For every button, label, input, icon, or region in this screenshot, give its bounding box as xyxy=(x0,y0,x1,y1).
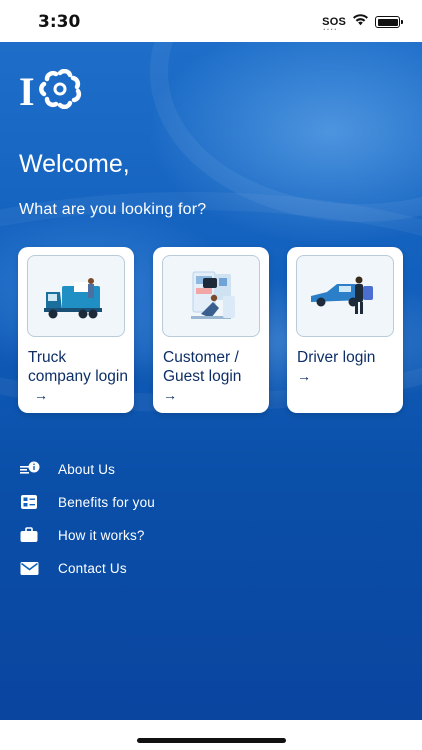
mail-icon xyxy=(20,560,40,576)
menu-item-benefits[interactable]: Benefits for you xyxy=(20,491,280,513)
status-icons: SOS xyxy=(322,13,403,34)
truck-illustration-icon xyxy=(27,255,125,337)
menu-item-contact-us[interactable]: Contact Us xyxy=(20,557,280,579)
driver-login-label: Driver login → xyxy=(297,348,397,386)
driver-login-card[interactable]: Driver login → xyxy=(287,247,403,413)
menu-label: Benefits for you xyxy=(58,494,156,510)
driver-illustration-icon xyxy=(296,255,394,337)
arrow-right-icon: → xyxy=(34,387,48,403)
arrow-right-icon: → xyxy=(297,368,311,384)
subtitle: What are you looking for? xyxy=(19,201,207,218)
truck-company-login-card[interactable]: Truck company login → xyxy=(18,247,134,413)
status-time: 3:30 xyxy=(38,12,81,32)
customer-guest-login-card[interactable]: Customer / Guest login → xyxy=(153,247,269,413)
card-label-text: Customer / Guest login xyxy=(163,349,242,385)
card-label-text: Driver login xyxy=(297,349,376,366)
battery-fill xyxy=(377,18,398,26)
card-label-text: Truck company login xyxy=(28,349,128,385)
home-indicator[interactable] xyxy=(137,738,286,743)
app-logo: I xyxy=(19,68,83,114)
benefits-icon xyxy=(20,494,40,510)
truck-company-login-label: Truck company login → xyxy=(28,348,128,405)
arrow-right-icon: → xyxy=(163,387,177,403)
about-icon xyxy=(20,461,40,477)
battery-icon xyxy=(375,16,403,28)
home-indicator-area xyxy=(0,720,422,750)
customer-guest-login-label: Customer / Guest login → xyxy=(163,348,263,405)
status-bar: 3:30 SOS xyxy=(0,0,422,42)
menu-label: About Us xyxy=(58,461,116,477)
menu-item-about-us[interactable]: About Us xyxy=(20,458,280,480)
menu-item-how-it-works[interactable]: How it works? xyxy=(20,524,280,546)
customer-illustration-icon xyxy=(162,255,260,337)
logo-emblem-icon xyxy=(37,68,83,114)
main-screen: I Welcome, What are you looking for? Tru… xyxy=(0,42,422,720)
briefcase-icon xyxy=(20,527,40,543)
menu-label: How it works? xyxy=(58,527,145,543)
menu-label: Contact Us xyxy=(58,560,127,576)
logo-letter: I xyxy=(19,68,35,114)
wifi-icon xyxy=(352,13,369,31)
sos-indicator: SOS xyxy=(322,16,346,34)
welcome-heading: Welcome, xyxy=(19,150,130,178)
